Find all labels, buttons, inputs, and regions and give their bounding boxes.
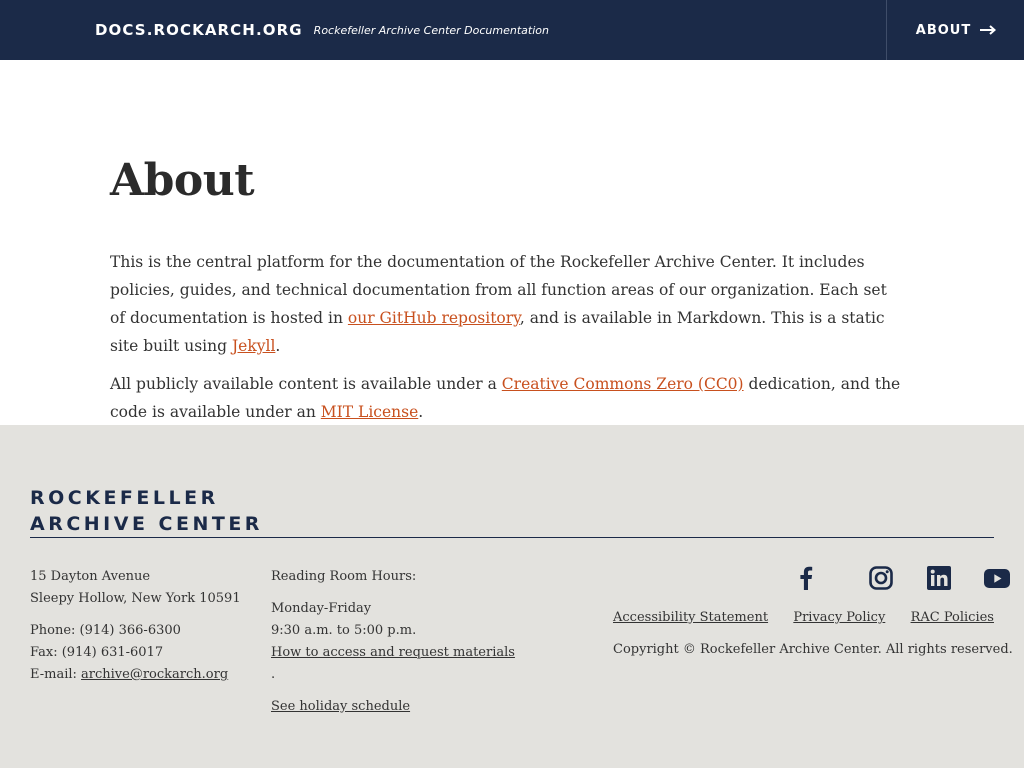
cc0-link[interactable]: Creative Commons Zero (CC0): [502, 375, 744, 393]
hours-times: 9:30 a.m. to 5:00 p.m.: [271, 623, 417, 638]
footer-logo-line: ARCHIVE CENTER: [30, 513, 263, 535]
jekyll-link[interactable]: Jekyll: [232, 337, 275, 355]
email-label: E-mail:: [30, 667, 82, 682]
city-address: Sleepy Hollow, New York 10591: [30, 591, 241, 606]
hours-days: Monday-Friday: [271, 601, 372, 616]
footer-logo-line: ROCKEFELLER: [30, 487, 219, 509]
youtube-link[interactable]: [968, 566, 1024, 590]
nav-about-label: ABOUT: [915, 22, 972, 38]
holiday-schedule-line: See holiday schedule: [271, 696, 515, 718]
street-address: 15 Dayton Avenue: [30, 569, 151, 584]
license-text: .: [418, 403, 424, 421]
license-paragraph: All publicly available content is availa…: [110, 370, 910, 426]
instagram-icon: [869, 566, 893, 590]
hours-period: .: [271, 667, 276, 682]
page-title: About: [110, 155, 255, 206]
facebook-icon: [800, 566, 813, 590]
site-footer: ROCKEFELLER ARCHIVE CENTER 15 Dayton Ave…: [0, 425, 1024, 768]
access-materials-line: How to access and request materials: [271, 642, 515, 664]
social-links: [794, 566, 1024, 590]
hours-heading: Reading Room Hours:: [271, 569, 417, 584]
footer-policy-links: Accessibility Statement Privacy Policy R…: [613, 607, 994, 629]
mit-license-link[interactable]: MIT License: [321, 403, 418, 421]
footer-divider: [30, 537, 994, 538]
footer-address: 15 Dayton Avenue Sleepy Hollow, New York…: [30, 566, 241, 686]
brand: DOCS.ROCKARCH.ORG Rockefeller Archive Ce…: [95, 0, 549, 60]
main-content: About This is the central platform for t…: [0, 60, 1024, 425]
email-link[interactable]: archive@rockarch.org: [81, 667, 228, 682]
site-header: DOCS.ROCKARCH.ORG Rockefeller Archive Ce…: [0, 0, 1024, 60]
youtube-icon: [984, 568, 1010, 588]
phone-number: Phone: (914) 366-6300: [30, 623, 181, 638]
instagram-link[interactable]: [852, 566, 910, 590]
license-text: All publicly available content is availa…: [110, 375, 502, 393]
intro-text: .: [275, 337, 281, 355]
accessibility-statement-link[interactable]: Accessibility Statement: [613, 607, 768, 629]
copyright-text: Copyright © Rockefeller Archive Center. …: [613, 642, 1013, 657]
footer-logo[interactable]: ROCKEFELLER ARCHIVE CENTER: [30, 485, 263, 537]
site-tagline: Rockefeller Archive Center Documentation: [313, 23, 549, 37]
privacy-policy-link[interactable]: Privacy Policy: [793, 607, 885, 629]
site-name-link[interactable]: DOCS.ROCKARCH.ORG: [95, 21, 303, 39]
holiday-schedule-link[interactable]: See holiday schedule: [271, 699, 410, 714]
access-materials-link[interactable]: How to access and request materials: [271, 645, 515, 660]
github-repository-link[interactable]: our GitHub repository: [348, 309, 520, 327]
intro-paragraph: This is the central platform for the doc…: [110, 248, 905, 360]
fax-number: Fax: (914) 631-6017: [30, 645, 164, 660]
linkedin-icon: [927, 566, 951, 590]
nav-about-link[interactable]: ABOUT: [886, 0, 1024, 60]
email-line: E-mail: archive@rockarch.org: [30, 664, 241, 686]
facebook-link[interactable]: [794, 566, 818, 590]
arrow-right-icon: [980, 25, 997, 35]
footer-hours: Reading Room Hours: Monday-Friday 9:30 a…: [271, 566, 515, 718]
rac-policies-link[interactable]: RAC Policies: [911, 607, 994, 629]
linkedin-link[interactable]: [910, 566, 968, 590]
